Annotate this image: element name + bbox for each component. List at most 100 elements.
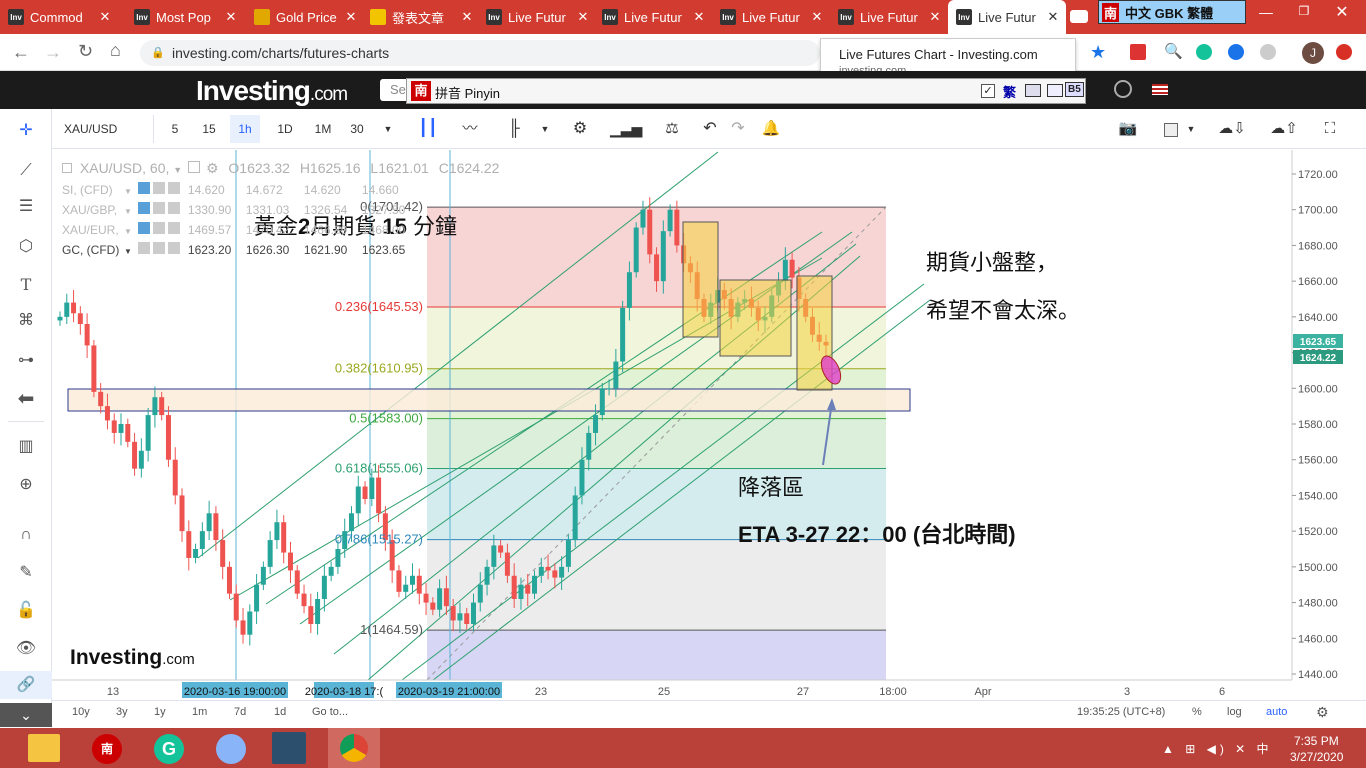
text-icon[interactable]: T xyxy=(12,273,40,297)
range-button-7d[interactable]: 7d xyxy=(234,706,246,718)
bottom-settings-icon[interactable]: ⚙ xyxy=(1316,704,1329,721)
legend-remove-icon[interactable] xyxy=(167,242,180,254)
chrome-beta-icon[interactable] xyxy=(216,734,246,764)
browser-tab[interactable]: Inv Live Futur ✕ xyxy=(948,0,1066,34)
back-icon[interactable]: ← xyxy=(12,42,30,63)
tab-close-icon[interactable]: ✕ xyxy=(1046,9,1060,25)
browser-tab[interactable]: Inv Most Pop ✕ xyxy=(126,0,244,34)
legend-settings-icon[interactable] xyxy=(152,242,165,254)
legend-settings-icon[interactable] xyxy=(152,222,165,234)
legend-dropdown-icon[interactable]: ▼ xyxy=(124,247,132,256)
legend-settings-icon[interactable] xyxy=(188,161,201,173)
interval-button-30[interactable]: 30 xyxy=(342,115,372,143)
settings-gear-icon[interactable]: ⚙ xyxy=(566,115,594,143)
browser-tab[interactable]: Gold Price ✕ xyxy=(246,0,364,34)
magnet-icon[interactable]: ∩ xyxy=(12,523,40,547)
range-button-1y[interactable]: 1y xyxy=(154,706,166,718)
ime-traditional-button[interactable]: 繁 xyxy=(1003,82,1016,101)
tab-close-icon[interactable]: ✕ xyxy=(576,9,590,25)
ime-status-indicator[interactable]: 南 中文 GBK 繁體 xyxy=(1098,0,1246,24)
legend-remove-icon[interactable] xyxy=(167,222,180,234)
lock-drawings-icon[interactable]: 🔓 xyxy=(12,599,40,623)
ime-app-icon[interactable]: 南 xyxy=(92,734,122,764)
undo-icon[interactable]: ↶ xyxy=(698,115,722,143)
zoom-icon[interactable]: ⊕ xyxy=(12,473,40,497)
tab-close-icon[interactable]: ✕ xyxy=(460,9,474,25)
file-explorer-icon[interactable] xyxy=(28,734,60,762)
minimize-icon[interactable]: — xyxy=(1258,4,1274,20)
interval-button-1h[interactable]: 1h xyxy=(230,115,260,143)
home-icon[interactable]: ⌂ xyxy=(110,40,121,61)
support-zone-rectangle[interactable] xyxy=(67,388,911,412)
tab-close-icon[interactable]: ✕ xyxy=(224,9,238,25)
price-axis[interactable]: 1720.001700.001680.001660.001640.001620.… xyxy=(1292,169,1338,681)
update-icon[interactable] xyxy=(1336,44,1352,60)
log-toggle[interactable]: log xyxy=(1227,706,1242,718)
legend-eye-icon[interactable] xyxy=(137,202,150,214)
legend-settings-icon[interactable] xyxy=(152,182,165,194)
browser-tab[interactable]: Inv Commod ✕ xyxy=(0,0,118,34)
percent-toggle[interactable]: % xyxy=(1192,706,1202,718)
url-input[interactable]: 🔒 investing.com/charts/futures-charts xyxy=(140,40,820,66)
goto-button[interactable]: Go to... xyxy=(312,706,348,718)
legend-gear-icon[interactable]: ⚙ xyxy=(206,160,219,176)
alert-bell-icon[interactable]: 🔔 xyxy=(758,115,784,143)
grammarly-app-icon[interactable]: G xyxy=(154,734,184,764)
redo-icon[interactable]: ↷ xyxy=(726,115,750,143)
range-button-3y[interactable]: 3y xyxy=(116,706,128,718)
taskbar-time[interactable]: 7:35 PM xyxy=(1294,734,1339,748)
pencil-lock-icon[interactable]: ✎ xyxy=(12,561,40,585)
ime-softkeyboard-icon[interactable] xyxy=(1047,84,1063,97)
ime-b5-button[interactable]: B5 xyxy=(1065,82,1084,97)
long-position-icon[interactable]: ▥ xyxy=(12,435,40,459)
legend-eye-icon[interactable] xyxy=(137,182,150,194)
taskbar-date[interactable]: 3/27/2020 xyxy=(1290,750,1343,764)
legend-row[interactable]: SI, (CFD) ▼ 14.620 14.672 14.620 14.660 xyxy=(62,182,420,197)
eye-icon[interactable]: 👁 xyxy=(12,637,40,661)
chart-type-dropdown-icon[interactable]: ▼ xyxy=(538,115,552,143)
range-button-1m[interactable]: 1m xyxy=(192,706,207,718)
indicators-icon[interactable]: ▁▃▅ xyxy=(610,115,642,143)
bookmark-star-icon[interactable]: ★ xyxy=(1090,42,1106,63)
legend-eye-icon[interactable] xyxy=(137,242,150,254)
layout-square-icon[interactable] xyxy=(1160,115,1182,143)
system-tray-icons[interactable]: ▲ ⊞ ◀) ✕ 中 xyxy=(1162,740,1273,757)
browser-tab[interactable]: Inv Live Futur ✕ xyxy=(478,0,596,34)
tab-close-icon[interactable]: ✕ xyxy=(810,9,824,25)
restore-icon[interactable]: ❐ xyxy=(1296,4,1312,20)
crosshair-icon[interactable]: ✛ xyxy=(12,119,40,143)
legend-row[interactable]: XAU/GBP, ▼ 1330.90 1331.03 1326.54 1327.50 xyxy=(62,202,420,217)
tab-close-icon[interactable]: ✕ xyxy=(928,9,942,25)
profile-avatar[interactable]: J xyxy=(1302,42,1324,64)
reload-icon[interactable]: ↻ xyxy=(78,41,93,62)
youtube-icon[interactable] xyxy=(1070,10,1088,23)
auto-toggle[interactable]: auto xyxy=(1266,706,1287,718)
legend-eye-icon[interactable] xyxy=(137,222,150,234)
legend-remove-icon[interactable] xyxy=(167,202,180,214)
pattern-icon[interactable]: ⬡ xyxy=(12,235,40,259)
tab-close-icon[interactable]: ✕ xyxy=(692,9,706,25)
screenshot-camera-icon[interactable]: 📷 xyxy=(1114,115,1142,143)
xabcd-pattern-icon[interactable]: ⌘ xyxy=(12,309,40,333)
legend-settings-icon[interactable] xyxy=(152,202,165,214)
horizontal-lines-icon[interactable]: ☰ xyxy=(12,195,40,219)
browser-tab[interactable]: 發表文章 ✕ xyxy=(362,0,480,34)
browser-tab[interactable]: Inv Live Futur ✕ xyxy=(594,0,712,34)
notes-app-icon[interactable] xyxy=(272,732,306,764)
ime-checkbox-icon[interactable]: ✓ xyxy=(981,84,995,98)
legend-row[interactable]: GC, (CFD) ▼ 1623.20 1626.30 1621.90 1623.65 xyxy=(62,242,420,257)
back-arrow-icon[interactable]: ⬅ xyxy=(12,387,40,411)
search-extension-icon[interactable]: 🔍 xyxy=(1164,42,1183,60)
fullscreen-icon[interactable]: ⛶ xyxy=(1318,115,1342,143)
tab-close-icon[interactable]: ✕ xyxy=(344,9,358,25)
browser-tab[interactable]: Inv Live Futur ✕ xyxy=(830,0,948,34)
interval-button-5[interactable]: 5 xyxy=(160,115,190,143)
trendline-icon[interactable]: ⟋ xyxy=(12,159,40,183)
link-tool-button[interactable]: 🔗 xyxy=(0,671,52,699)
forward-icon[interactable]: → xyxy=(44,42,62,63)
legend-dropdown-icon[interactable]: ▼ xyxy=(124,227,132,236)
candles-icon[interactable]: ┃┃ xyxy=(416,115,440,143)
legend-dropdown-icon[interactable]: ▼ xyxy=(124,187,132,196)
compare-scale-icon[interactable]: ⚖ xyxy=(658,115,686,143)
cloud-download-icon[interactable]: ☁⇩ xyxy=(1214,115,1250,143)
